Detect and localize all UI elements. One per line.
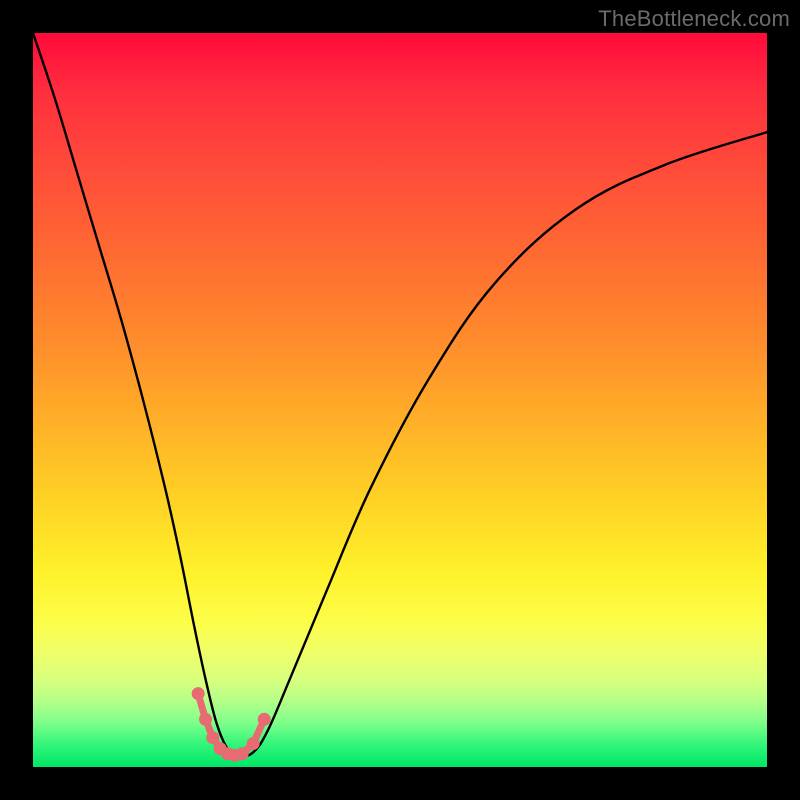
marker-dot [199, 713, 212, 726]
marker-dot [236, 747, 249, 760]
watermark: TheBottleneck.com [598, 6, 790, 32]
chart-frame: TheBottleneck.com [0, 0, 800, 800]
bottleneck-curve [33, 33, 767, 767]
curve-line [33, 33, 767, 756]
marker-dot [258, 713, 271, 726]
marker-dot [247, 737, 260, 750]
marker-dot [206, 731, 219, 744]
marker-dot [192, 687, 205, 700]
plot-area [33, 33, 767, 767]
